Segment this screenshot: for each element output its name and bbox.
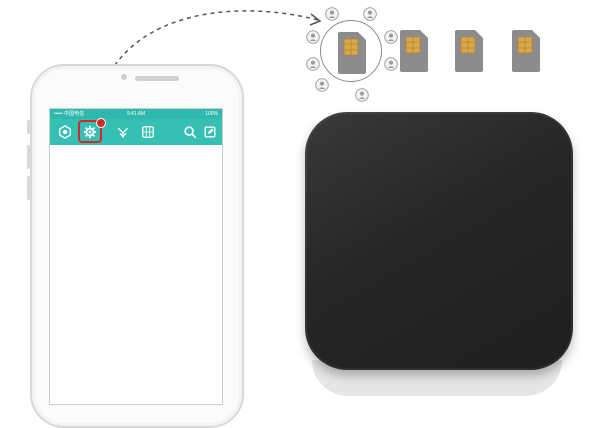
user-icon [325, 7, 339, 21]
user-icon [363, 7, 377, 21]
illustration-scene: ••••• 中国电信 9:41 AM 100% [0, 0, 600, 428]
device-edge [305, 112, 573, 370]
phone-side-button [27, 176, 30, 200]
user-icon [355, 88, 369, 102]
phone-speaker [135, 76, 179, 81]
edit-icon[interactable] [201, 123, 219, 141]
sim-card-icon [512, 30, 540, 72]
notification-dot [96, 118, 106, 128]
user-icon [306, 30, 320, 44]
sim-card-icon[interactable] [139, 123, 157, 141]
status-battery: 100% [205, 111, 218, 117]
phone-camera [121, 74, 127, 80]
phone-screen: ••••• 中国电信 9:41 AM 100% [49, 108, 223, 405]
phone-side-button [27, 120, 30, 134]
status-time: 9:41 AM [126, 111, 146, 117]
hexagon-icon[interactable] [56, 123, 74, 141]
user-icon [306, 57, 320, 71]
search-icon[interactable] [181, 123, 199, 141]
status-bar: ••••• 中国电信 9:41 AM 100% [50, 109, 222, 119]
sim-bank-device [305, 112, 573, 370]
sim-card-icon [400, 30, 428, 72]
phone-side-button [27, 145, 30, 169]
app-toolbar [50, 118, 222, 145]
sim-card-icon [455, 30, 483, 72]
signal-icon[interactable] [114, 123, 132, 141]
sim-card-icon [338, 32, 366, 74]
user-icon [384, 57, 398, 71]
user-icon [384, 30, 398, 44]
user-icon [315, 78, 329, 92]
